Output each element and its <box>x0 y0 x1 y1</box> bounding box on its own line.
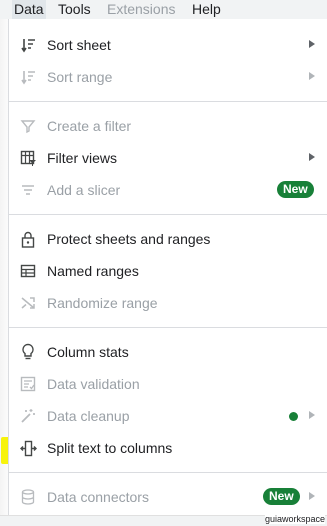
menu-item-sort-range[interactable]: Sort range <box>9 61 327 93</box>
filter-icon <box>19 117 37 135</box>
lock-icon <box>19 230 37 248</box>
menu-item-label: Sort range <box>47 69 113 85</box>
menu-item-label: Filter views <box>47 150 118 166</box>
database-icon <box>19 488 37 506</box>
menu-item-filter-views[interactable]: Filter views <box>9 142 327 174</box>
status-dot <box>289 412 298 421</box>
split-columns-icon <box>19 439 37 457</box>
menu-item-label: Column stats <box>47 344 129 360</box>
menubar-help[interactable]: Help <box>192 0 221 19</box>
menu-item-label: Data connectors <box>47 489 149 505</box>
filter-views-icon <box>19 149 37 167</box>
menu-item-data-connectors[interactable]: Data connectors New <box>9 481 327 513</box>
lightbulb-icon <box>19 343 37 361</box>
sort-icon <box>19 36 37 54</box>
menu-item-split-text-to-columns[interactable]: Split text to columns <box>9 432 327 464</box>
new-badge: New <box>263 488 300 505</box>
menubar-extensions[interactable]: Extensions <box>107 0 175 19</box>
data-validation-icon <box>19 375 37 393</box>
menu-item-label: Add a slicer <box>47 182 121 198</box>
submenu-arrow-icon <box>309 153 315 161</box>
magic-wand-icon <box>19 407 37 425</box>
menu-divider <box>9 472 327 473</box>
menu-item-data-validation[interactable]: Data validation <box>9 368 327 400</box>
menu-item-randomize-range[interactable]: Randomize range <box>9 287 327 319</box>
menu-item-data-cleanup[interactable]: Data cleanup <box>9 400 327 432</box>
menu-divider <box>9 327 327 328</box>
submenu-arrow-icon <box>309 411 315 419</box>
menu-item-column-stats[interactable]: Column stats <box>9 336 327 368</box>
menu-item-label: Data cleanup <box>47 408 130 424</box>
new-badge: New <box>277 181 314 198</box>
menu-item-add-slicer[interactable]: Add a slicer New <box>9 174 327 206</box>
menu-divider <box>9 214 327 215</box>
menu-item-label: Sort sheet <box>47 37 111 53</box>
menu-item-label: Create a filter <box>47 118 132 134</box>
menu-item-label: Randomize range <box>47 295 158 311</box>
sort-icon <box>19 68 37 86</box>
menu-item-label: Protect sheets and ranges <box>47 231 211 247</box>
menu-item-named-ranges[interactable]: Named ranges <box>9 255 327 287</box>
menu-item-protect-sheets[interactable]: Protect sheets and ranges <box>9 223 327 255</box>
menu-divider <box>9 101 327 102</box>
slicer-icon <box>19 181 37 199</box>
data-menu: Sort sheet Sort range Create a filter Fi… <box>8 19 327 525</box>
menu-item-label: Named ranges <box>47 263 139 279</box>
menu-item-label: Split text to columns <box>47 440 173 456</box>
menu-item-create-filter[interactable]: Create a filter <box>9 110 327 142</box>
submenu-arrow-icon <box>309 72 315 80</box>
menubar: Data Tools Extensions Help <box>0 0 327 19</box>
submenu-arrow-icon <box>309 40 315 48</box>
menubar-tools[interactable]: Tools <box>58 0 91 19</box>
submenu-arrow-icon <box>309 492 315 500</box>
named-ranges-icon <box>19 262 37 280</box>
menu-item-sort-sheet[interactable]: Sort sheet <box>9 29 327 61</box>
watermark: guiaworkspace <box>264 514 325 524</box>
menu-item-label: Data validation <box>47 376 140 392</box>
shuffle-icon <box>19 294 37 312</box>
menubar-data[interactable]: Data <box>12 0 46 19</box>
